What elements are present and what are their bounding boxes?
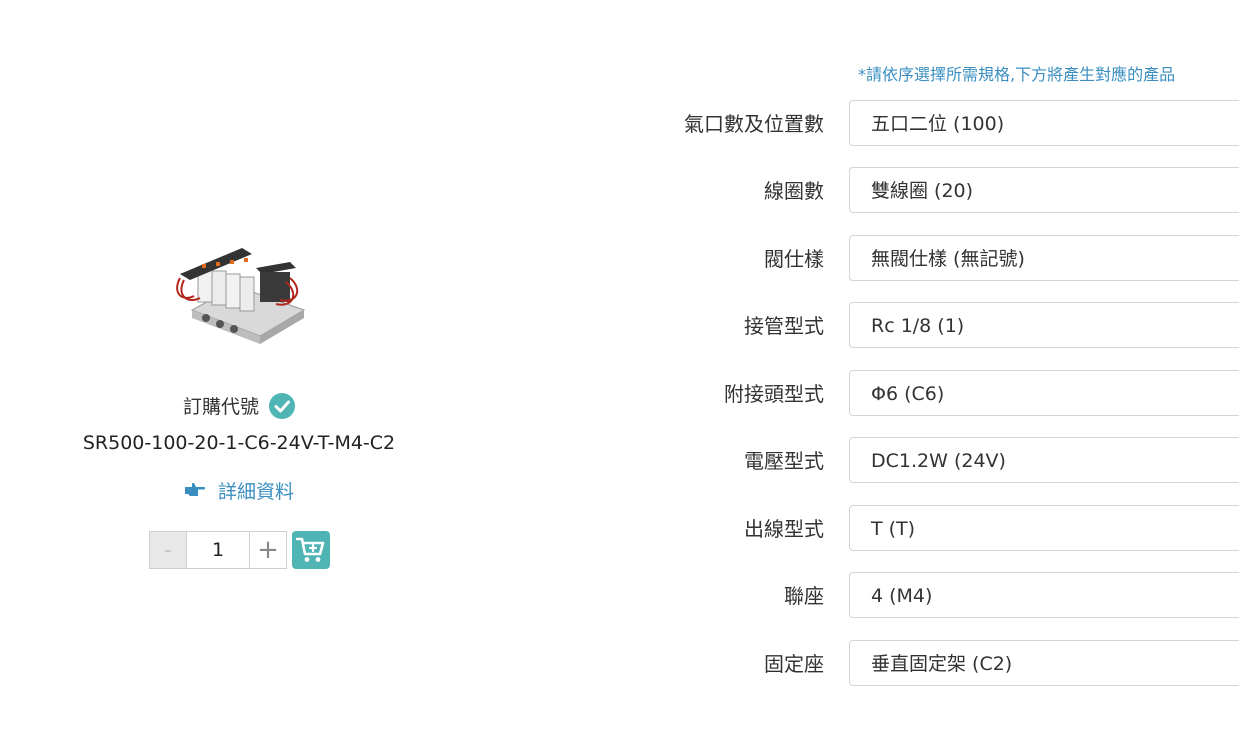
spec-row: 固定座 垂直固定架 (C2) bbox=[600, 640, 1239, 688]
spec-row: 出線型式 T (T) bbox=[600, 505, 1239, 553]
spec-row: 閥仕樣 無閥仕樣 (無記號) bbox=[600, 235, 1239, 283]
spec-row: 附接頭型式 Φ6 (C6) bbox=[600, 370, 1239, 418]
spec-label: 出線型式 bbox=[744, 517, 824, 541]
spec-label: 固定座 bbox=[764, 652, 824, 676]
spec-row: 聯座 4 (M4) bbox=[600, 572, 1239, 620]
spec-label: 線圈數 bbox=[764, 179, 824, 203]
spec-select[interactable]: T (T) bbox=[849, 505, 1239, 551]
details-link-label: 詳細資料 bbox=[218, 481, 295, 503]
spec-select[interactable]: 五口二位 (100) bbox=[849, 100, 1239, 146]
product-image bbox=[176, 248, 306, 344]
cart-plus-icon bbox=[296, 537, 325, 562]
spec-label: 電壓型式 bbox=[744, 449, 824, 473]
decrease-quantity-button[interactable]: - bbox=[149, 531, 187, 569]
spec-select[interactable]: Rc 1/8 (1) bbox=[849, 302, 1239, 348]
spec-select[interactable]: DC1.2W (24V) bbox=[849, 437, 1239, 483]
spec-instruction-note: *請依序選擇所需規格,下方將產生對應的產品 bbox=[858, 65, 1176, 84]
spec-label: 聯座 bbox=[784, 584, 824, 608]
spec-row: 電壓型式 DC1.2W (24V) bbox=[600, 437, 1239, 485]
spec-label: 閥仕樣 bbox=[764, 247, 824, 271]
spec-select[interactable]: 無閥仕樣 (無記號) bbox=[849, 235, 1239, 281]
order-code-label: 訂購代號 bbox=[0, 392, 478, 421]
spec-select[interactable]: 雙線圈 (20) bbox=[849, 167, 1239, 213]
quantity-stepper: - 1 + bbox=[149, 531, 330, 569]
spec-select[interactable]: 4 (M4) bbox=[849, 572, 1239, 618]
order-code-label-text: 訂購代號 bbox=[182, 396, 259, 418]
spec-row: 線圈數 雙線圈 (20) bbox=[600, 167, 1239, 215]
details-link[interactable]: 詳細資料 bbox=[0, 477, 478, 504]
increase-quantity-button[interactable]: + bbox=[249, 531, 287, 569]
pointing-hand-icon bbox=[184, 480, 206, 502]
spec-label: 氣口數及位置數 bbox=[684, 112, 824, 136]
quantity-input[interactable]: 1 bbox=[187, 531, 249, 569]
check-circle-icon bbox=[269, 392, 296, 419]
spec-row: 接管型式 Rc 1/8 (1) bbox=[600, 302, 1239, 350]
order-code: SR500-100-20-1-C6-24V-T-M4-C2 bbox=[82, 432, 396, 454]
spec-row: 氣口數及位置數 五口二位 (100) bbox=[600, 100, 1239, 148]
spec-select[interactable]: 垂直固定架 (C2) bbox=[849, 640, 1239, 686]
spec-label: 接管型式 bbox=[744, 314, 824, 338]
add-to-cart-button[interactable] bbox=[292, 531, 330, 569]
spec-select[interactable]: Φ6 (C6) bbox=[849, 370, 1239, 416]
spec-label: 附接頭型式 bbox=[724, 382, 824, 406]
